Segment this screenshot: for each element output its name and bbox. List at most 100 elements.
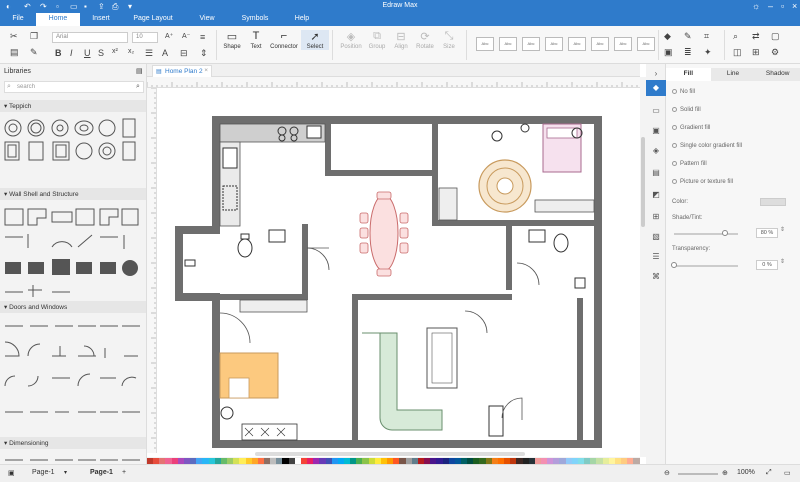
- fill-icon[interactable]: ◆: [664, 31, 671, 42]
- fill-option-solid[interactable]: Solid fill: [672, 107, 701, 113]
- document-tab[interactable]: ▤ Home Plan 2 ×: [152, 65, 212, 77]
- tab-fill[interactable]: Fill: [666, 68, 711, 81]
- close-icon[interactable]: ×: [792, 1, 797, 11]
- library-section-wall-shell[interactable]: ▾ Wall Shell and Structure: [0, 188, 146, 200]
- slider-knob[interactable]: [722, 230, 729, 236]
- library-section-doors-windows[interactable]: ▾ Doors and Windows: [0, 301, 146, 313]
- floor-plan[interactable]: [157, 88, 640, 453]
- lock-icon[interactable]: ▢: [771, 31, 780, 42]
- italic-icon[interactable]: I: [70, 48, 73, 58]
- style-swatch[interactable]: Abc: [591, 37, 609, 51]
- fill-option-gradient[interactable]: Gradient fill: [672, 125, 710, 131]
- menu-symbols[interactable]: Symbols: [230, 13, 280, 26]
- menu-page-layout[interactable]: Page Layout: [122, 13, 184, 26]
- horizontal-scrollbar[interactable]: [255, 452, 525, 456]
- menu-help[interactable]: Help: [280, 13, 324, 26]
- page-selector[interactable]: Page-1: [32, 469, 55, 476]
- position-tool[interactable]: ◈ Position: [337, 30, 365, 50]
- underline-icon[interactable]: U: [84, 48, 91, 58]
- slider-knob[interactable]: [671, 262, 677, 268]
- zoom-out-icon[interactable]: ⊖: [664, 469, 670, 477]
- library-search-input[interactable]: search: [4, 81, 144, 93]
- theme-icon[interactable]: ☼: [752, 1, 760, 11]
- shade-value-input[interactable]: 80 %: [756, 228, 778, 238]
- layers-icon[interactable]: ◫: [733, 47, 742, 58]
- library-section-teppich[interactable]: ▾ Teppich: [0, 100, 146, 112]
- format-painter-icon[interactable]: ✎: [30, 47, 38, 58]
- style-swatch[interactable]: Abc: [568, 37, 586, 51]
- cut-icon[interactable]: ✂: [10, 31, 18, 42]
- subscript-icon[interactable]: x₂: [128, 48, 134, 55]
- scrollbar-thumb[interactable]: [641, 137, 645, 227]
- shade-slider[interactable]: [674, 230, 738, 236]
- collapse-panel-icon[interactable]: ›: [651, 69, 661, 79]
- library-section-dimensioning[interactable]: ▾ Dimensioning: [0, 437, 146, 449]
- tab-close-icon[interactable]: ×: [204, 67, 208, 74]
- wall-symbols[interactable]: [0, 202, 147, 302]
- chart-panel-icon[interactable]: ◩: [651, 190, 661, 200]
- outline-panel-icon[interactable]: ☰: [651, 252, 661, 262]
- style-swatch[interactable]: Abc: [499, 37, 517, 51]
- color-palette[interactable]: [147, 457, 640, 464]
- copy-icon[interactable]: ❐: [30, 31, 38, 42]
- style-swatch[interactable]: Abc: [476, 37, 494, 51]
- menu-insert[interactable]: Insert: [80, 13, 122, 26]
- line-color-icon[interactable]: ✎: [684, 31, 692, 42]
- text-format-icon[interactable]: ⊟: [180, 48, 188, 59]
- style-swatch[interactable]: Abc: [614, 37, 632, 51]
- font-color-icon[interactable]: A: [162, 48, 168, 58]
- crop-icon[interactable]: ⌗: [704, 31, 709, 42]
- history-panel-icon[interactable]: ⌘: [651, 272, 661, 282]
- text-tool[interactable]: T Text: [242, 30, 270, 50]
- superscript-icon[interactable]: x²: [112, 48, 118, 55]
- drawing-canvas[interactable]: [157, 88, 640, 453]
- library-options-icon[interactable]: ▤: [136, 67, 143, 75]
- dimension-symbols[interactable]: [0, 452, 147, 464]
- page-dropdown-icon[interactable]: ▾: [64, 469, 67, 476]
- style-swatch[interactable]: Abc: [522, 37, 540, 51]
- size-tool[interactable]: ⤡ Size: [435, 30, 463, 50]
- font-family-select[interactable]: Arial: [52, 32, 128, 43]
- shadow-icon[interactable]: ▣: [664, 47, 673, 58]
- rug-symbols[interactable]: [0, 114, 147, 196]
- page-panel-icon[interactable]: ▤: [651, 168, 661, 178]
- shrink-font-icon[interactable]: A⁻: [182, 32, 190, 40]
- grow-font-icon[interactable]: A⁺: [165, 32, 173, 40]
- add-page-icon[interactable]: +: [122, 469, 126, 476]
- menu-file[interactable]: File: [0, 13, 36, 26]
- font-size-select[interactable]: 10: [132, 32, 158, 43]
- page-tab[interactable]: Page-1: [90, 469, 113, 476]
- find-icon[interactable]: ⌕: [733, 31, 738, 42]
- style-swatch[interactable]: Abc: [545, 37, 563, 51]
- strikethrough-icon[interactable]: S: [98, 48, 104, 58]
- replace-icon[interactable]: ⇄: [752, 31, 760, 42]
- bullets-icon[interactable]: ☰: [145, 48, 153, 59]
- fill-option-picture[interactable]: Picture or texture fill: [672, 179, 733, 185]
- layers-panel-icon[interactable]: ◈: [651, 146, 661, 156]
- select-tool[interactable]: ➚ Select: [301, 30, 329, 50]
- line-spacing-icon[interactable]: ⇕: [200, 48, 208, 59]
- page-view-icon[interactable]: ▣: [8, 469, 15, 477]
- line-panel-icon[interactable]: ▭: [651, 106, 661, 116]
- image-panel-icon[interactable]: ▧: [651, 232, 661, 242]
- fullscreen-icon[interactable]: ▭: [784, 469, 791, 477]
- paste-icon[interactable]: ▤: [10, 47, 19, 58]
- shadow-panel-icon[interactable]: ▣: [651, 126, 661, 136]
- fill-option-single-gradient[interactable]: Single color gradient fill: [672, 143, 742, 149]
- effects-icon[interactable]: ✦: [704, 47, 712, 58]
- maximize-icon[interactable]: ▫: [781, 1, 784, 11]
- minimize-icon[interactable]: –: [768, 1, 773, 11]
- menu-view[interactable]: View: [184, 13, 230, 26]
- tab-shadow[interactable]: Shadow: [755, 68, 800, 81]
- fit-page-icon[interactable]: ⤢: [766, 469, 772, 477]
- fill-option-none[interactable]: No fill: [672, 89, 695, 95]
- stepper-icon[interactable]: ⇕: [780, 226, 785, 233]
- door-window-symbols[interactable]: [0, 316, 147, 436]
- table-panel-icon[interactable]: ⊞: [651, 212, 661, 222]
- style-swatch[interactable]: Abc: [637, 37, 655, 51]
- tab-line[interactable]: Line: [710, 68, 756, 81]
- zoom-level[interactable]: 100%: [737, 469, 755, 476]
- fill-panel-icon[interactable]: ◆: [646, 80, 666, 96]
- bold-icon[interactable]: B: [55, 48, 62, 58]
- search-go-icon[interactable]: ⌕: [136, 83, 140, 91]
